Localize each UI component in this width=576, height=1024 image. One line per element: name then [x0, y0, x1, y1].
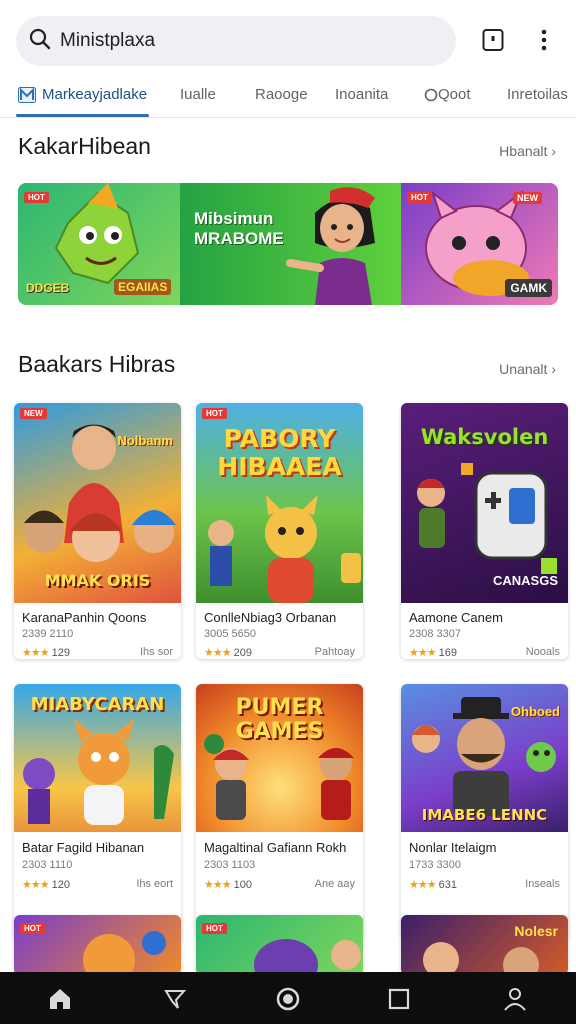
tab-4[interactable]: Inoanita [335, 86, 388, 103]
game-title: Magaltinal Gafiann Rokh [204, 840, 347, 855]
game-rating: ★★★ 129 [22, 647, 71, 659]
search-value: Ministplaxa [60, 30, 156, 51]
search-icon [28, 27, 52, 56]
game-card[interactable]: NEW Nolbanm MMAK ORIS KaranaPanhin Qoons… [14, 403, 181, 659]
game-card[interactable]: Ohboed IMABE6 LENNC Nonlar Itelaigm 1733… [401, 684, 568, 940]
game-card-art: Ohboed IMABE6 LENNC [401, 684, 568, 832]
game-title: Nonlar Itelaigm [409, 840, 497, 855]
banner-center-art: Mibsimun MRABOME [180, 183, 401, 305]
banner-right-art: HOT NEW GAMK [401, 183, 558, 305]
chat-icon[interactable] [162, 986, 188, 1012]
home-icon[interactable] [47, 986, 73, 1012]
marketplace-icon [18, 86, 36, 103]
search-input[interactable]: Ministplaxa [16, 16, 456, 66]
game-tag: Ihs eort [136, 878, 173, 890]
featured-banner[interactable]: HOT DDGEB EGAIIAS Mibsimun MRABOME HOT N… [18, 183, 558, 305]
game-card[interactable]: MIABYCARAN Batar Fagild Hibanan 2303 111… [14, 684, 181, 940]
game-rating: ★★★ 209 [204, 647, 253, 659]
game-card-art: MIABYCARAN [14, 684, 181, 832]
tab-5[interactable]: Qoot [424, 86, 471, 103]
game-card[interactable]: HOT [196, 915, 363, 975]
more-menu-icon[interactable] [530, 26, 558, 54]
circle-icon[interactable] [275, 986, 301, 1012]
game-card[interactable]: PUMER GAMES Magaltinal Gafiann Rokh 2303… [196, 684, 363, 940]
banner-left-art: HOT DDGEB EGAIIAS [18, 183, 180, 305]
banner-left-text-1: DDGEB [26, 281, 70, 295]
tablet-icon[interactable] [479, 26, 507, 54]
tab-3[interactable]: Raooge [255, 86, 308, 103]
popular-see-more[interactable]: Unanalt › [499, 361, 556, 377]
quota-icon [424, 88, 438, 101]
tab-6[interactable]: Inretoilas [507, 86, 568, 103]
game-title: Aamone Canem [409, 610, 503, 625]
game-title: KaranaPanhin Qoons [22, 610, 147, 625]
game-tag: Ane aay [314, 878, 355, 890]
featured-section-title: KakarHibean [18, 133, 151, 159]
game-card[interactable]: HOT PABORY HIBAAEA ConlleNbiag3 Orbanan … [196, 403, 363, 659]
game-card[interactable]: Waksvolen CANASGS Aamone Canem 2308 3307… [401, 403, 568, 659]
game-tag: Nooals [525, 646, 560, 658]
category-tabs: Markeayjadlake Iualle Raooge Inoanita Qo… [0, 74, 576, 118]
game-meta: 2308 3307 [409, 628, 461, 640]
game-meta: 3005 5650 [204, 628, 256, 640]
top-bar: Ministplaxa [0, 0, 576, 74]
game-card-art: HOT PABORY HIBAAEA [196, 403, 363, 603]
banner-right-label: GAMK [505, 279, 552, 297]
banner-character [286, 187, 375, 305]
game-tag: Pahtoay [314, 646, 355, 658]
game-tag: Inseals [525, 878, 560, 890]
game-card[interactable]: Nolesr [401, 915, 568, 975]
game-meta: 2303 1103 [204, 859, 256, 871]
game-card-art: NEW Nolbanm MMAK ORIS [14, 403, 181, 603]
game-meta: 2339 2110 [22, 628, 74, 640]
popular-section-title: Baakars Hibras [18, 351, 176, 377]
square-icon[interactable] [386, 986, 412, 1012]
active-tab-indicator [16, 114, 149, 117]
game-rating: ★★★ 100 [204, 879, 253, 891]
game-rating: ★★★ 120 [22, 879, 71, 891]
game-tag: Ihs sor [139, 646, 173, 658]
bottom-navigation [0, 972, 576, 1024]
game-card[interactable]: HOT [14, 915, 181, 975]
game-rating: ★★★ 169 [409, 647, 458, 659]
game-title: ConlleNbiag3 Orbanan [204, 610, 337, 625]
profile-icon[interactable] [502, 986, 528, 1012]
game-rating: ★★★ 631 [409, 879, 458, 891]
game-title: Batar Fagild Hibanan [22, 840, 145, 855]
tab-marketplace[interactable]: Markeayjadlake [18, 86, 147, 103]
game-meta: 1733 3300 [409, 859, 461, 871]
game-meta: 2303 1110 [22, 859, 73, 871]
game-card-art: Waksvolen CANASGS [401, 403, 568, 603]
tab-2[interactable]: Iualle [180, 86, 216, 103]
featured-see-more[interactable]: Hbanalt › [499, 143, 556, 159]
banner-left-text-2: EGAIIAS [114, 279, 172, 295]
game-card-art: PUMER GAMES [196, 684, 363, 832]
